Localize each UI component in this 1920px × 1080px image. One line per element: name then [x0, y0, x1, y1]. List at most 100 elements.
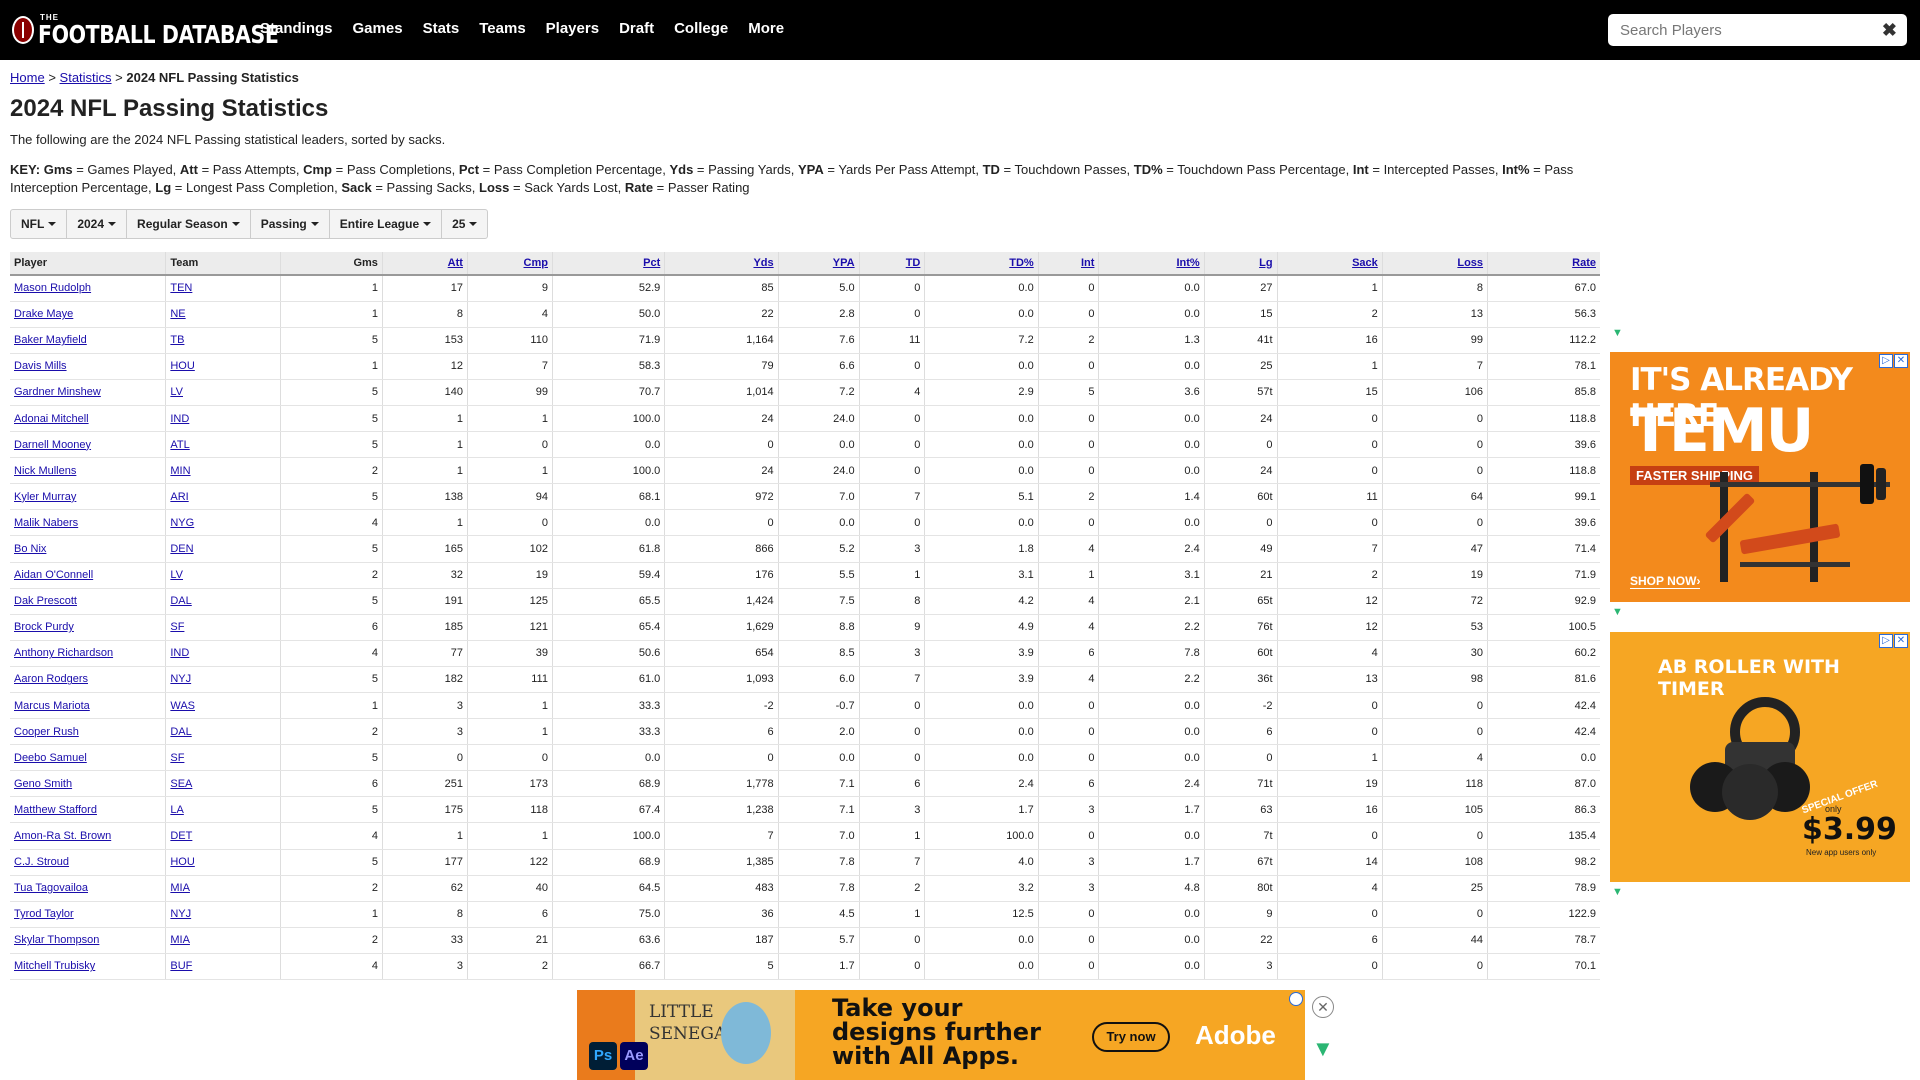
team-link[interactable]: HOU — [170, 856, 194, 868]
column-header[interactable]: TD — [858, 252, 925, 276]
breadcrumb-home[interactable]: Home — [10, 70, 45, 85]
table-cell[interactable]: Nick Mullens — [10, 457, 166, 485]
table-cell[interactable]: WAS — [165, 692, 281, 720]
team-link[interactable]: LV — [170, 569, 183, 581]
player-link[interactable]: Mason Rudolph — [14, 282, 91, 294]
sort-link[interactable]: Cmp — [524, 257, 548, 269]
table-cell[interactable]: Tua Tagovailoa — [10, 875, 166, 902]
column-header[interactable]: Sack — [1276, 252, 1383, 276]
ad-info-icon[interactable]: ▷ — [1879, 634, 1893, 648]
table-cell[interactable]: TB — [165, 327, 281, 354]
team-link[interactable]: DAL — [170, 595, 191, 607]
try-now-button[interactable]: Try now — [1092, 1022, 1170, 1052]
team-link[interactable]: TEN — [170, 282, 192, 294]
sort-link[interactable]: Sack — [1352, 257, 1378, 269]
nav-stats[interactable]: Stats — [423, 20, 460, 37]
player-link[interactable]: Dak Prescott — [14, 595, 77, 607]
team-link[interactable]: IND — [170, 413, 189, 425]
table-cell[interactable]: ARI — [165, 483, 281, 511]
player-link[interactable]: Tua Tagovailoa — [14, 882, 88, 894]
team-link[interactable]: MIN — [170, 465, 190, 477]
ad-cta[interactable]: SHOP NOW› — [1630, 574, 1701, 589]
team-link[interactable]: SF — [170, 752, 184, 764]
adchoice-icon[interactable]: ▼ — [1612, 327, 1623, 339]
column-header[interactable]: Pct — [551, 252, 665, 276]
nav-standings[interactable]: Standings — [260, 20, 333, 37]
table-cell[interactable]: DAL — [165, 588, 281, 615]
ad-close-icon[interactable]: ✕ — [1312, 996, 1334, 1018]
player-link[interactable]: Aidan O'Connell — [14, 569, 93, 581]
player-link[interactable]: Skylar Thompson — [14, 934, 99, 946]
column-header[interactable]: Rate — [1487, 252, 1600, 276]
nav-draft[interactable]: Draft — [619, 20, 654, 37]
player-link[interactable]: Drake Maye — [14, 308, 73, 320]
team-link[interactable]: SF — [170, 621, 184, 633]
sort-link[interactable]: TD — [906, 257, 921, 269]
column-header[interactable]: Int — [1037, 252, 1099, 276]
sort-link[interactable]: Int% — [1176, 257, 1199, 269]
column-header[interactable]: YPA — [777, 252, 860, 276]
player-link[interactable]: Geno Smith — [14, 778, 72, 790]
team-link[interactable]: TB — [170, 334, 184, 346]
table-cell[interactable]: Aaron Rodgers — [10, 666, 166, 694]
team-link[interactable]: MIA — [170, 934, 190, 946]
filter-category[interactable]: Passing — [251, 210, 330, 238]
table-cell[interactable]: DEN — [165, 535, 281, 563]
column-header[interactable]: Att — [381, 252, 468, 276]
team-link[interactable]: HOU — [170, 360, 194, 372]
player-link[interactable]: Mitchell Trubisky — [14, 960, 95, 972]
adchoice-icon[interactable]: ▼ — [1612, 606, 1623, 618]
team-link[interactable]: LV — [170, 386, 183, 398]
player-link[interactable]: Tyrod Taylor — [14, 908, 74, 920]
search-input[interactable] — [1618, 20, 1882, 40]
team-link[interactable]: NYJ — [170, 673, 191, 685]
player-link[interactable]: Gardner Minshew — [14, 386, 101, 398]
table-cell[interactable]: NYJ — [165, 666, 281, 694]
table-cell[interactable]: Gardner Minshew — [10, 379, 166, 406]
table-cell[interactable]: Dak Prescott — [10, 588, 166, 615]
sort-link[interactable]: Pct — [643, 257, 660, 269]
table-cell[interactable]: Aidan O'Connell — [10, 562, 166, 589]
player-link[interactable]: Deebo Samuel — [14, 752, 87, 764]
filter-league[interactable]: NFL — [11, 210, 68, 238]
sort-link[interactable]: YPA — [833, 257, 855, 269]
table-cell[interactable]: TEN — [165, 275, 281, 302]
team-link[interactable]: DAL — [170, 726, 191, 738]
player-link[interactable]: Bo Nix — [14, 543, 46, 555]
table-cell[interactable]: Amon-Ra St. Brown — [10, 822, 166, 850]
table-cell[interactable]: DET — [165, 822, 281, 850]
ad-temu[interactable]: ▷ ✕ IT'S ALREADY HERE TEMU FASTER SHIPPIN… — [1610, 352, 1910, 602]
player-link[interactable]: Malik Nabers — [14, 517, 78, 529]
player-link[interactable]: Davis Mills — [14, 360, 67, 372]
column-header[interactable]: Lg — [1203, 252, 1278, 276]
table-cell[interactable]: Brock Purdy — [10, 614, 166, 641]
sort-link[interactable]: Loss — [1457, 257, 1483, 269]
table-cell[interactable]: LA — [165, 796, 281, 824]
table-cell[interactable]: IND — [165, 405, 281, 433]
team-link[interactable]: SEA — [170, 778, 192, 790]
table-cell[interactable]: Adonai Mitchell — [10, 405, 166, 433]
table-cell[interactable]: Malik Nabers — [10, 509, 166, 537]
team-link[interactable]: IND — [170, 647, 189, 659]
table-cell[interactable]: IND — [165, 640, 281, 667]
table-cell[interactable]: SEA — [165, 770, 281, 798]
filter-season[interactable]: 2024 — [67, 210, 128, 238]
ad-close-icon[interactable]: ✕ — [1894, 634, 1908, 648]
table-cell[interactable]: NE — [165, 301, 281, 328]
team-link[interactable]: DEN — [170, 543, 193, 555]
table-cell[interactable]: Baker Mayfield — [10, 327, 166, 354]
sort-link[interactable]: Lg — [1259, 257, 1272, 269]
table-cell[interactable]: Drake Maye — [10, 301, 166, 328]
table-cell[interactable]: Marcus Mariota — [10, 692, 166, 720]
sort-link[interactable]: Yds — [753, 257, 773, 269]
table-cell[interactable]: Anthony Richardson — [10, 640, 166, 667]
team-link[interactable]: NYJ — [170, 908, 191, 920]
column-header[interactable]: Loss — [1381, 252, 1488, 276]
player-link[interactable]: C.J. Stroud — [14, 856, 69, 868]
team-link[interactable]: BUF — [170, 960, 192, 972]
table-cell[interactable]: Mason Rudolph — [10, 275, 166, 302]
column-header[interactable]: Yds — [664, 252, 779, 276]
team-link[interactable]: MIA — [170, 882, 190, 894]
table-cell[interactable]: NYG — [165, 509, 281, 537]
table-cell[interactable]: BUF — [165, 953, 281, 981]
